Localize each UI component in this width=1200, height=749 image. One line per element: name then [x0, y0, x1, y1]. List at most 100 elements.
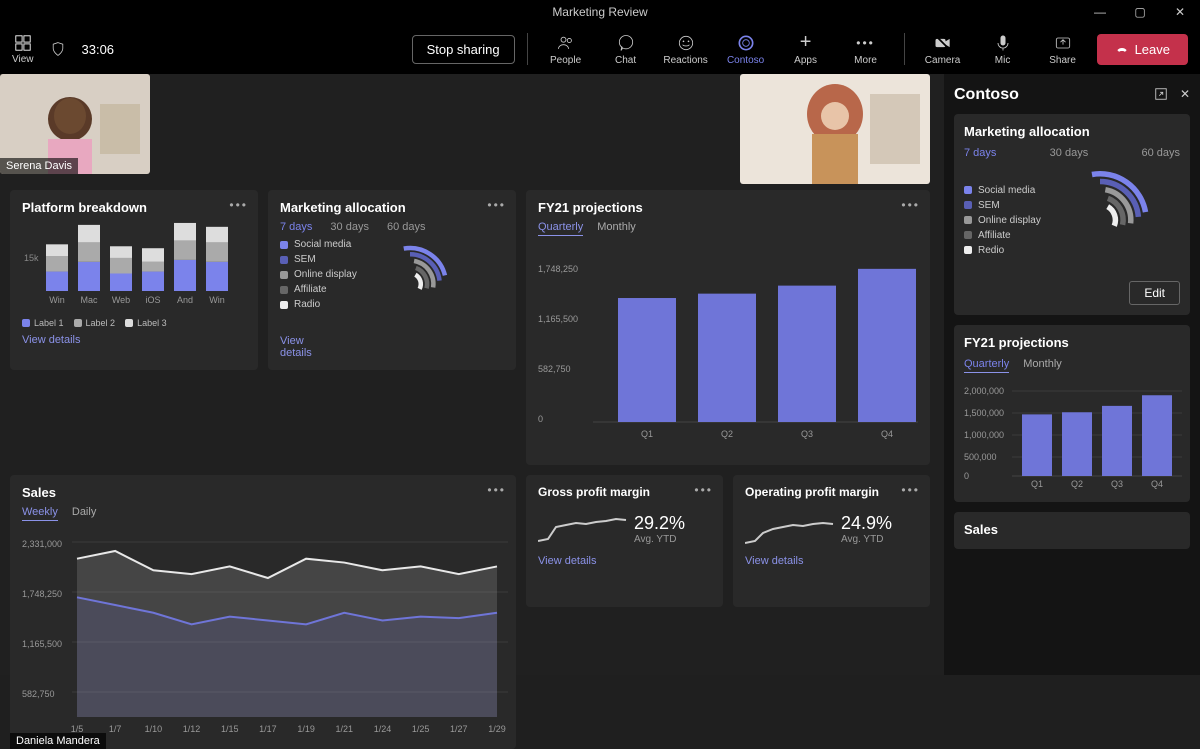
- marketing-tabs: 7 days 30 days 60 days: [280, 221, 504, 233]
- card-title: Operating profit margin: [745, 485, 918, 499]
- svg-text:Q2: Q2: [721, 429, 733, 439]
- stop-sharing-button[interactable]: Stop sharing: [412, 35, 515, 64]
- edit-button[interactable]: Edit: [1129, 281, 1180, 305]
- svg-text:500,000: 500,000: [964, 452, 997, 462]
- divider: [904, 33, 905, 65]
- meeting-toolbar: View 33:06 Stop sharing People Chat Reac…: [0, 24, 1200, 74]
- leave-button[interactable]: Leave: [1097, 34, 1188, 65]
- camera-button[interactable]: Camera: [917, 33, 969, 66]
- svg-text:2,331,000: 2,331,000: [22, 539, 62, 549]
- svg-text:1,748,250: 1,748,250: [22, 589, 62, 599]
- card-title: Marketing allocation: [964, 124, 1180, 139]
- svg-text:Q2: Q2: [1071, 479, 1083, 489]
- svg-text:Win: Win: [209, 295, 225, 305]
- divider: [527, 33, 528, 65]
- svg-text:1/15: 1/15: [221, 724, 239, 734]
- tab-quarterly[interactable]: Quarterly: [538, 221, 583, 236]
- platform-breakdown-card: Platform breakdown ••• 15k WinMacWebiOSA…: [10, 190, 258, 370]
- tab-monthly[interactable]: Monthly: [1023, 358, 1062, 373]
- tab-7days[interactable]: 7 days: [964, 147, 996, 159]
- card-title: Marketing allocation: [280, 200, 504, 215]
- platform-stacked-bar-chart: 15k WinMacWebiOSAndWin: [22, 221, 246, 311]
- svg-text:1/27: 1/27: [450, 724, 468, 734]
- card-more-button[interactable]: •••: [229, 198, 248, 212]
- operating-sparkline: [745, 509, 835, 549]
- side-panel-header: Contoso ✕: [954, 86, 1190, 104]
- close-button[interactable]: ✕: [1160, 0, 1200, 24]
- maximize-button[interactable]: ▢: [1120, 0, 1160, 24]
- svg-text:Q1: Q1: [641, 429, 653, 439]
- svg-text:Q4: Q4: [881, 429, 893, 439]
- minimize-button[interactable]: —: [1080, 0, 1120, 24]
- close-panel-button[interactable]: ✕: [1180, 87, 1190, 104]
- participant-name-1: Serena Davis: [0, 158, 78, 174]
- tab-daily[interactable]: Daily: [72, 506, 96, 521]
- svg-text:iOS: iOS: [145, 295, 160, 305]
- view-details-link[interactable]: View details: [745, 555, 804, 567]
- chat-button[interactable]: Chat: [600, 33, 652, 66]
- side-marketing-tabs: 7 days 30 days 60 days: [964, 147, 1180, 159]
- card-more-button[interactable]: •••: [901, 483, 920, 497]
- apps-button[interactable]: +Apps: [780, 33, 832, 66]
- participant-video-2[interactable]: [740, 74, 930, 184]
- tab-60days[interactable]: 60 days: [387, 221, 426, 233]
- card-more-button[interactable]: •••: [901, 198, 920, 212]
- svg-text:1/7: 1/7: [109, 724, 122, 734]
- svg-text:Web: Web: [112, 295, 130, 305]
- more-icon: •••: [856, 33, 876, 53]
- side-sales-card: Sales: [954, 512, 1190, 549]
- share-button[interactable]: Share: [1037, 33, 1089, 66]
- people-button[interactable]: People: [540, 33, 592, 66]
- svg-text:1/10: 1/10: [145, 724, 163, 734]
- tab-60days[interactable]: 60 days: [1141, 147, 1180, 159]
- svg-text:1,000,000: 1,000,000: [964, 430, 1004, 440]
- contoso-icon: [736, 33, 756, 53]
- reactions-icon: [676, 33, 696, 53]
- svg-text:1,165,500: 1,165,500: [538, 314, 578, 324]
- operating-value: 24.9%: [841, 513, 892, 534]
- svg-text:582,750: 582,750: [22, 689, 55, 699]
- share-icon: [1053, 33, 1073, 53]
- contoso-app-button[interactable]: Contoso: [720, 33, 772, 66]
- card-more-button[interactable]: •••: [487, 198, 506, 212]
- fy21-tabs: Quarterly Monthly: [538, 221, 918, 236]
- marketing-legend: Social media SEM Online display Affiliat…: [280, 239, 357, 329]
- view-details-link[interactable]: View details: [538, 555, 597, 567]
- svg-text:1/12: 1/12: [183, 724, 201, 734]
- card-more-button[interactable]: •••: [694, 483, 713, 497]
- mic-button[interactable]: Mic: [977, 33, 1029, 66]
- reactions-button[interactable]: Reactions: [660, 33, 712, 66]
- more-button[interactable]: •••More: [840, 33, 892, 66]
- tab-30days[interactable]: 30 days: [1050, 147, 1089, 159]
- card-title: FY21 projections: [964, 335, 1180, 350]
- title-bar: Marketing Review — ▢ ✕: [0, 0, 1200, 24]
- view-details-link[interactable]: View details: [280, 335, 320, 359]
- svg-text:1/25: 1/25: [412, 724, 430, 734]
- window-controls: — ▢ ✕: [1080, 0, 1200, 24]
- svg-text:Q3: Q3: [801, 429, 813, 439]
- tab-7days[interactable]: 7 days: [280, 221, 312, 233]
- card-more-button[interactable]: •••: [487, 483, 506, 497]
- view-menu[interactable]: View: [12, 34, 34, 65]
- marketing-donut-chart: [365, 239, 455, 329]
- tab-quarterly[interactable]: Quarterly: [964, 358, 1009, 373]
- side-panel-title: Contoso: [954, 86, 1019, 104]
- side-fy21-chart: 2,000,0001,500,0001,000,000500,0000 Q1Q2…: [964, 379, 1182, 489]
- participant-video-1[interactable]: Serena Davis: [0, 74, 150, 174]
- svg-text:Q3: Q3: [1111, 479, 1123, 489]
- sales-tabs: Weekly Daily: [22, 506, 504, 521]
- operating-sub: Avg. YTD: [841, 534, 892, 545]
- view-details-link[interactable]: View details: [22, 334, 81, 346]
- tab-monthly[interactable]: Monthly: [597, 221, 636, 236]
- pip-participant-name: Daniela Mandera: [10, 733, 106, 749]
- svg-text:Win: Win: [49, 295, 65, 305]
- card-title: Gross profit margin: [538, 485, 711, 499]
- contoso-side-panel: Contoso ✕ Marketing allocation 7 days 30…: [944, 74, 1200, 675]
- popout-button[interactable]: [1154, 87, 1168, 104]
- side-marketing-card: Marketing allocation 7 days 30 days 60 d…: [954, 114, 1190, 315]
- tab-weekly[interactable]: Weekly: [22, 506, 58, 521]
- gross-sparkline: [538, 509, 628, 549]
- tab-30days[interactable]: 30 days: [330, 221, 369, 233]
- shield-icon[interactable]: [50, 41, 66, 57]
- card-title: Sales: [964, 522, 1180, 537]
